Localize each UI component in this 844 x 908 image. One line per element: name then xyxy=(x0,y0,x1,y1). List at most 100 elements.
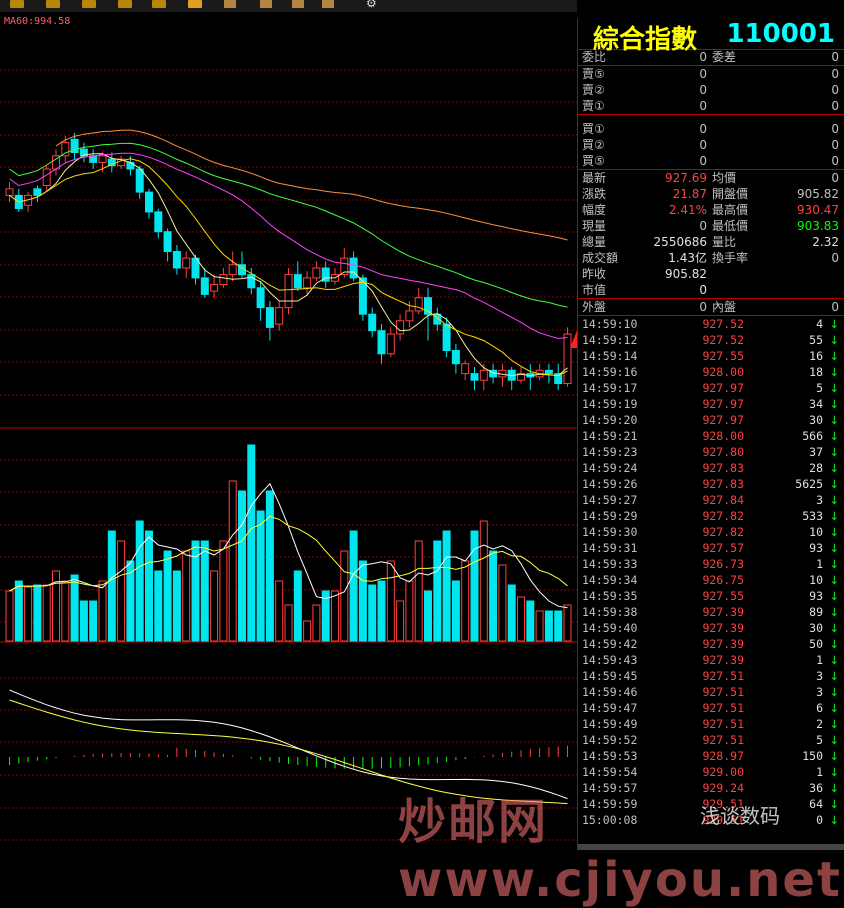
tick-price: 928.00 xyxy=(702,429,744,443)
level-volume: 0 xyxy=(831,83,839,97)
tick-time: 14:59:14 xyxy=(582,349,638,363)
index-code: 110001 xyxy=(726,19,835,49)
volume-bar xyxy=(247,444,256,642)
volume-bar xyxy=(507,584,516,642)
row-value: 927.69 xyxy=(665,171,707,185)
zoom-icon[interactable] xyxy=(224,0,236,8)
volume-bar xyxy=(312,604,321,642)
level-price: 0 xyxy=(699,99,707,113)
tick-time: 14:59:42 xyxy=(582,637,638,651)
row-label: 均價 xyxy=(712,171,737,185)
tick-volume: 533 xyxy=(802,509,823,523)
candle-body xyxy=(210,284,219,292)
period-button[interactable] xyxy=(152,0,166,8)
tick-row: 14:59:21 928.00 566 ↓ xyxy=(578,428,844,444)
level-price: 0 xyxy=(699,122,707,136)
volume-bar xyxy=(24,586,33,642)
volume-bar xyxy=(14,580,23,642)
candle-body xyxy=(451,350,460,365)
volume-bar xyxy=(265,490,274,642)
volume-bar xyxy=(33,584,42,642)
order-ratio-row: 委比 0 委差 0 xyxy=(578,49,844,65)
candle-body xyxy=(470,373,479,381)
volume-bar xyxy=(228,480,237,642)
buy-level-row: 買⑤ 0 0 xyxy=(578,153,844,169)
tick-time: 14:59:26 xyxy=(582,477,638,491)
tick-price: 928.00 xyxy=(702,365,744,379)
tick-volume: 28 xyxy=(809,461,823,475)
level-volume: 0 xyxy=(831,99,839,113)
tick-price: 927.51 xyxy=(702,701,744,715)
period-button[interactable] xyxy=(118,0,132,8)
period-button[interactable] xyxy=(10,0,24,8)
watermark-wechat: 浅谈数码 xyxy=(700,804,780,828)
tick-price: 927.97 xyxy=(702,413,744,427)
tick-row: 14:59:23 927.80 37 ↓ xyxy=(578,444,844,460)
level-label: 賣⑤ xyxy=(582,67,605,81)
down-arrow-icon: ↓ xyxy=(829,317,839,331)
tick-time: 14:59:12 xyxy=(582,333,638,347)
volume-bar xyxy=(163,550,172,642)
tick-row: 14:59:27 927.84 3 ↓ xyxy=(578,492,844,508)
separator xyxy=(578,114,844,115)
volume-bar xyxy=(70,574,79,642)
zoom-out-icon[interactable] xyxy=(292,0,304,8)
stat-row: 漲跌 21.87 開盤價 905.82 xyxy=(578,186,844,202)
quote-panel: 綜合指數 110001 委比 0 委差 0 賣⑤ 0 0 賣② 0 0 賣① 0 0 買① 0 0 買② 0 0 買⑤… xyxy=(577,18,844,850)
volume-bar xyxy=(172,570,181,642)
gear-icon[interactable]: ⚙ xyxy=(366,0,377,10)
candle-body xyxy=(163,231,172,252)
tick-row: 14:59:43 927.39 1 ↓ xyxy=(578,652,844,668)
tick-volume: 16 xyxy=(809,349,823,363)
period-button[interactable] xyxy=(188,0,202,8)
down-arrow-icon: ↓ xyxy=(829,349,839,363)
volume-bar xyxy=(451,580,460,642)
kline-chart[interactable] xyxy=(0,12,586,850)
tick-price: 927.83 xyxy=(702,477,744,491)
volume-bar xyxy=(554,610,563,642)
tick-price: 927.51 xyxy=(702,733,744,747)
tick-time: 14:59:53 xyxy=(582,749,638,763)
volume-bar xyxy=(89,600,98,642)
ma10-line xyxy=(9,158,568,377)
candle-body xyxy=(200,277,209,295)
down-arrow-icon: ↓ xyxy=(829,493,839,507)
tick-price: 927.82 xyxy=(702,509,744,523)
tick-price: 927.55 xyxy=(702,349,744,363)
tick-volume: 18 xyxy=(809,365,823,379)
tick-row: 14:59:24 927.83 28 ↓ xyxy=(578,460,844,476)
row-label: 最低價 xyxy=(712,219,749,233)
sell-level-row: 賣① 0 0 xyxy=(578,98,844,114)
down-arrow-icon: ↓ xyxy=(829,445,839,459)
tick-volume: 50 xyxy=(809,637,823,651)
level-volume: 0 xyxy=(831,67,839,81)
outer-inner-row: 外盤 0 內盤 0 xyxy=(578,299,844,315)
draw-icon[interactable] xyxy=(322,0,334,8)
stat-row: 總量 2550686 量比 2.32 xyxy=(578,234,844,250)
tick-volume: 89 xyxy=(809,605,823,619)
tick-volume: 93 xyxy=(809,541,823,555)
zoom-in-icon[interactable] xyxy=(260,0,272,8)
tick-time: 14:59:43 xyxy=(582,653,638,667)
tick-time: 14:59:20 xyxy=(582,413,638,427)
candle-body xyxy=(442,323,451,352)
row-label: 委比 xyxy=(582,50,607,64)
chart-area[interactable] xyxy=(0,12,586,850)
volume-bar xyxy=(563,604,572,642)
row-value: 21.87 xyxy=(672,187,707,201)
candle-body xyxy=(135,168,144,193)
tick-time: 14:59:30 xyxy=(582,525,638,539)
tick-price: 929.00 xyxy=(702,765,744,779)
down-arrow-icon: ↓ xyxy=(829,733,839,747)
period-button[interactable] xyxy=(46,0,60,8)
level-label: 買② xyxy=(582,138,605,152)
period-button[interactable] xyxy=(82,0,96,8)
level-volume: 0 xyxy=(831,154,839,168)
volume-bar xyxy=(42,584,51,642)
volume-bar xyxy=(331,590,339,642)
stat-row: 幅度 2.41% 最高價 930.47 xyxy=(578,202,844,218)
volume-bar xyxy=(219,540,228,642)
down-arrow-icon: ↓ xyxy=(829,461,839,475)
candle-body xyxy=(247,274,256,289)
tick-volume: 37 xyxy=(809,445,823,459)
